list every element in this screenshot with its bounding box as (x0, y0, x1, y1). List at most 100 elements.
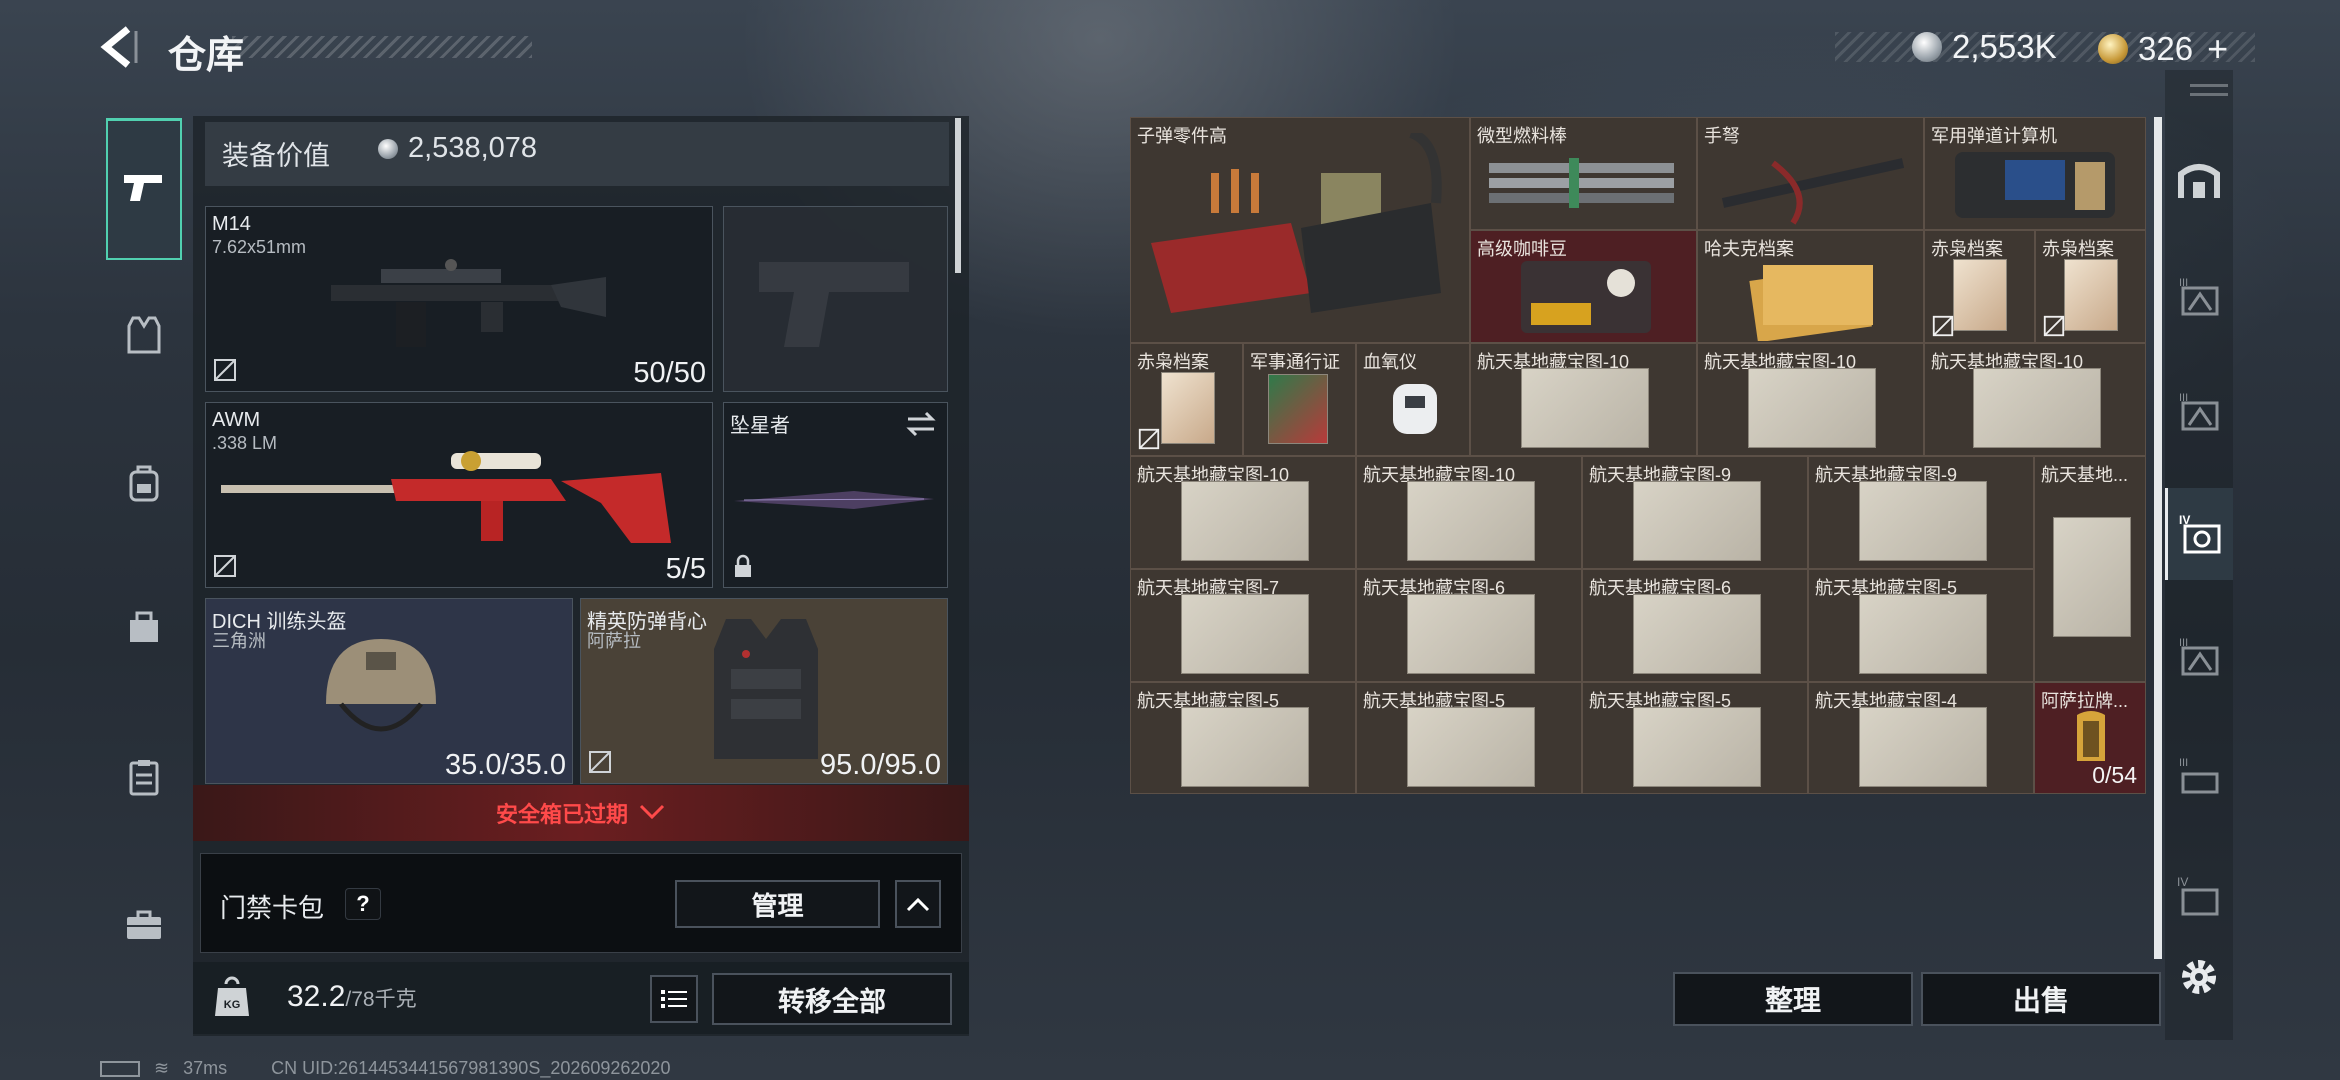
stash-item[interactable]: 航天基地藏宝图-4 (1808, 682, 2034, 794)
rail-container-3c[interactable]: III (2165, 610, 2233, 702)
stash-item[interactable]: 航天基地藏宝图-5 (1130, 682, 1356, 794)
battery-icon (100, 1060, 140, 1077)
back-button[interactable] (95, 22, 145, 72)
rail-container-4b[interactable]: IV (2165, 850, 2233, 942)
stash-item[interactable]: 航天基地藏宝图-5 (1808, 569, 2034, 682)
stash-item[interactable]: 子弹零件高 (1130, 117, 1470, 343)
stash-item[interactable]: 赤枭档案 (1130, 343, 1243, 456)
pistol-slot-empty[interactable] (723, 206, 948, 392)
melee-slot[interactable]: 坠星者 (723, 402, 948, 588)
treasure-map-image (1633, 481, 1761, 561)
equipment-scrollbar[interactable] (955, 118, 961, 273)
stash-item[interactable]: 手弩 (1697, 117, 1924, 230)
gear-icon (2182, 960, 2216, 994)
stash-item[interactable]: 哈夫克档案 (1697, 230, 1924, 343)
secondary-weapon-slot[interactable]: AWM .338 LM 5/5 (205, 402, 713, 588)
rail-tab-case[interactable] (106, 890, 182, 960)
back-arrow-icon (100, 26, 138, 68)
no-insure-icon (2043, 315, 2065, 337)
ammo-parts-image (1151, 133, 1442, 313)
stash-item[interactable]: 航天基地藏宝图-10 (1356, 456, 1582, 569)
stash-item[interactable]: 微型燃料棒 (1470, 117, 1697, 230)
rail-container-3b[interactable]: III (2165, 365, 2233, 457)
treasure-map-image (1407, 481, 1535, 561)
list-view-button[interactable] (650, 975, 698, 1023)
treasure-map-image (1181, 707, 1309, 787)
safe-icon (2178, 164, 2220, 198)
vest-icon (127, 316, 161, 354)
stash-item[interactable]: 航天基地... (2034, 456, 2146, 682)
stash-item[interactable]: 航天基地藏宝图-5 (1356, 682, 1582, 794)
stash-item[interactable]: 赤枭档案 (1924, 230, 2035, 343)
transfer-all-button[interactable]: 转移全部 (712, 973, 952, 1025)
m14-rifle-image (331, 259, 606, 347)
rail-tab-weapons[interactable] (106, 118, 182, 260)
treasure-map-image (1181, 594, 1309, 674)
stash-item[interactable]: 航天基地藏宝图-7 (1130, 569, 1356, 682)
container-iii-icon: III (2179, 392, 2219, 431)
sell-button[interactable]: 出售 (1921, 972, 2161, 1026)
gold-currency[interactable]: 326 + (2098, 28, 2228, 70)
stash-scrollbar[interactable] (2154, 117, 2162, 959)
stash-item[interactable]: 航天基地藏宝图-10 (1130, 456, 1356, 569)
ballistic-computer-image (1955, 152, 2115, 218)
swap-icon[interactable] (904, 409, 938, 439)
stash-item[interactable]: 航天基地藏宝图-6 (1582, 569, 1808, 682)
stash-item[interactable]: 航天基地藏宝图-10 (1697, 343, 1924, 456)
settings-button[interactable] (2165, 932, 2233, 1022)
stash-item[interactable]: 航天基地藏宝图-6 (1356, 569, 1582, 682)
rail-container-4-active[interactable]: IV (2165, 488, 2233, 580)
primary-weapon-slot[interactable]: M14 7.62x51mm 50/50 (205, 206, 713, 392)
rail-container-3a[interactable]: III (2165, 250, 2233, 342)
safe-box-expired-bar[interactable]: 安全箱已过期 (193, 785, 969, 841)
primary-weapon-ammo: 50/50 (633, 357, 706, 389)
stash-item[interactable]: 军事通行证 (1243, 343, 1356, 456)
rail-container-3d[interactable]: III (2165, 730, 2233, 822)
add-gold-icon[interactable]: + (2207, 28, 2228, 70)
awm-rifle-image (221, 451, 671, 543)
stash-item[interactable]: 航天基地藏宝图-9 (1808, 456, 2034, 569)
stash-item[interactable]: 航天基地藏宝图-10 (1470, 343, 1697, 456)
collapse-button[interactable] (895, 880, 941, 928)
armor-slot[interactable]: 精英防弹背心 阿萨拉 95.0/95.0 (580, 598, 948, 784)
svg-text:III: III (2179, 757, 2188, 769)
chevron-down-icon (639, 804, 665, 820)
haavk-file-image (1749, 264, 1873, 341)
helmet-slot[interactable]: DICH 训练头盔 三角洲 35.0/35.0 (205, 598, 573, 784)
rail-container-safe[interactable] (2165, 134, 2233, 226)
rail-tab-armor[interactable] (106, 300, 182, 370)
title-decoration (232, 36, 532, 58)
rail-tab-bag[interactable] (106, 592, 182, 662)
melee-name: 坠星者 (730, 415, 790, 437)
safe-box-status: 安全箱已过期 (495, 802, 628, 827)
stash-item[interactable]: 赤枭档案 (2035, 230, 2146, 343)
stash-grid: 子弹零件高 微型燃料棒 手弩 军用弹道计算机 高级咖啡豆 哈夫克档案 赤枭档案 … (1130, 117, 2146, 794)
helmet-image (326, 639, 436, 732)
secondary-weapon-ammo: 5/5 (665, 553, 706, 585)
stash-item[interactable]: 航天基地藏宝图-10 (1924, 343, 2146, 456)
help-icon[interactable]: ? (345, 888, 381, 920)
secondary-weapon-name: AWM (212, 409, 261, 431)
rail-tab-clipboard[interactable] (106, 742, 182, 812)
stash-item[interactable]: 阿萨拉牌... 0/54 (2034, 682, 2146, 794)
item-label: 赤枭档案 (2042, 239, 2114, 259)
silver-currency: 2,553K (1912, 28, 2057, 66)
ping-text: 37ms (183, 1058, 228, 1078)
stash-item[interactable]: 血氧仪 (1356, 343, 1470, 456)
stash-item[interactable]: 航天基地藏宝图-9 (1582, 456, 1808, 569)
wifi-icon: ≋ (154, 1058, 170, 1078)
stash-item[interactable]: 航天基地藏宝图-5 (1582, 682, 1808, 794)
rail-tab-backpack[interactable] (106, 448, 182, 518)
backpack-icon (129, 465, 159, 502)
stash-item[interactable]: 军用弹道计算机 (1924, 117, 2146, 230)
item-label: 血氧仪 (1363, 352, 1417, 372)
sort-button[interactable]: 整理 (1673, 972, 1913, 1026)
stash-item[interactable]: 高级咖啡豆 (1470, 230, 1697, 343)
clipboard-icon (129, 760, 159, 796)
treasure-map-image (1748, 368, 1876, 448)
pistol-placeholder-icon (759, 262, 909, 347)
manage-button[interactable]: 管理 (675, 880, 880, 928)
bag-icon (130, 611, 158, 642)
current-weight: 32.2 (287, 980, 346, 1013)
svg-text:KG: KG (224, 999, 241, 1011)
